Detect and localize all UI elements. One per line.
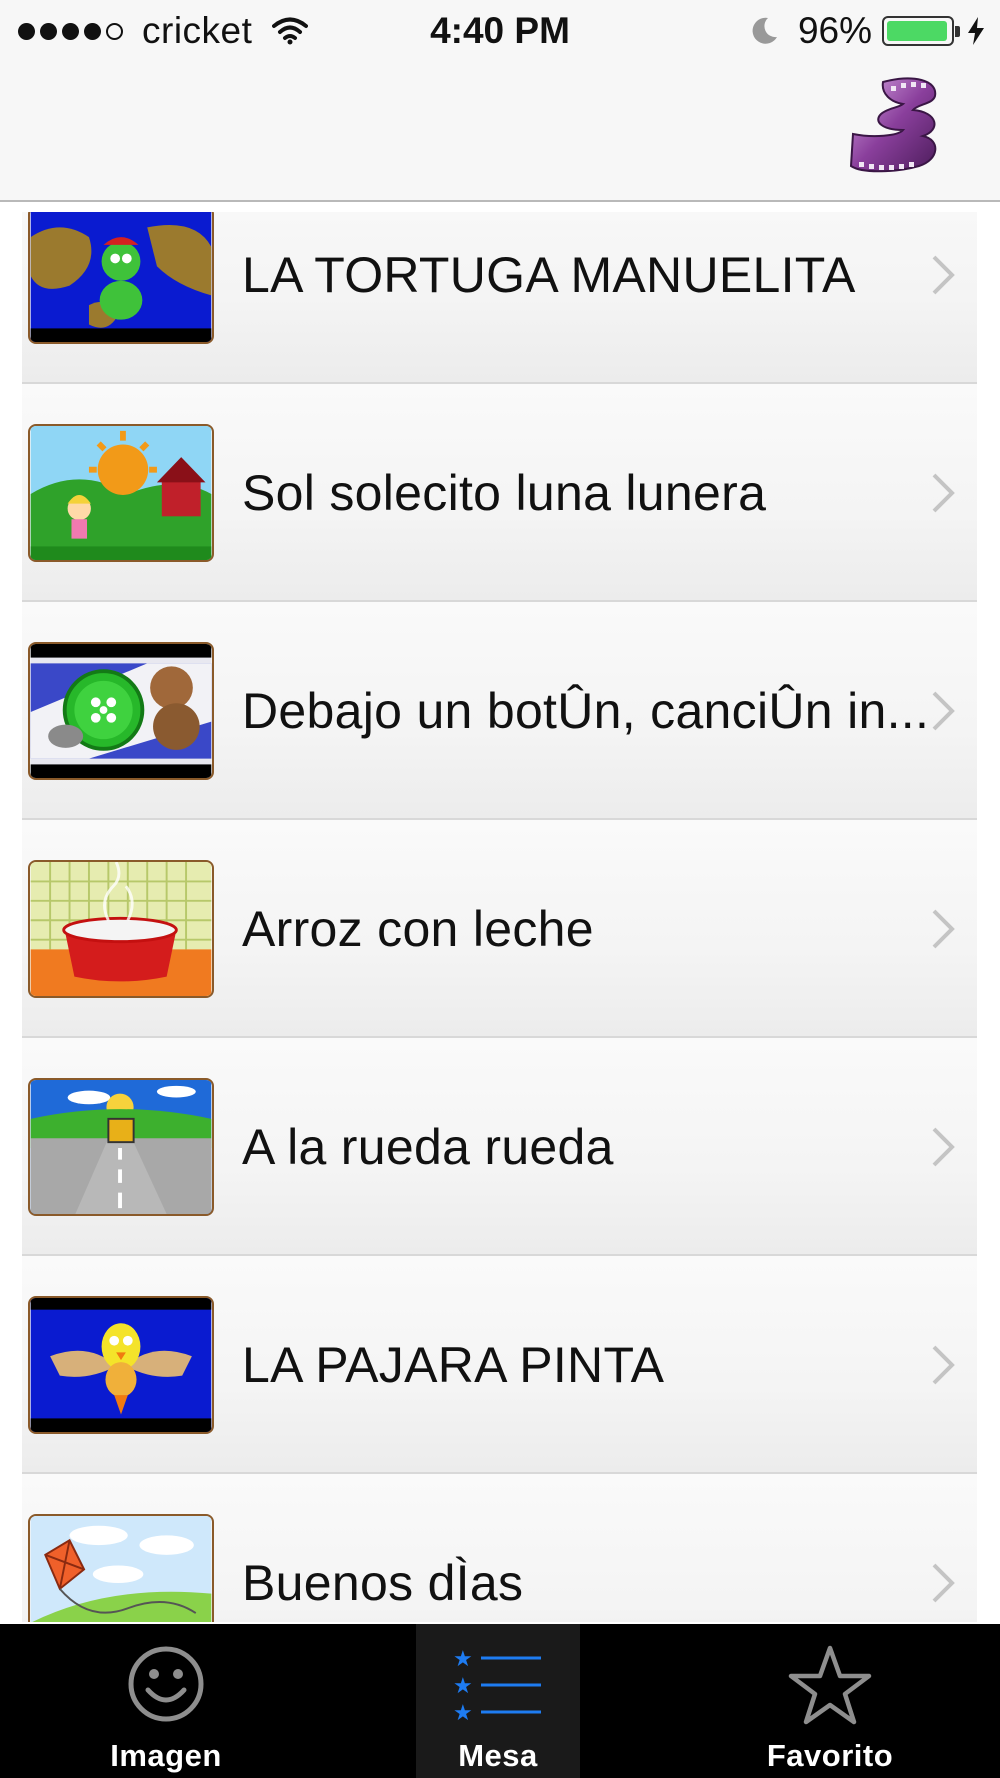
chevron-right-icon: [932, 1127, 955, 1167]
tab-bar: Imagen ★ ★ ★ Mesa Favorito: [0, 1624, 1000, 1778]
list-item[interactable]: LA PAJARA PINTA: [22, 1256, 977, 1474]
sun-house-thumbnail: [28, 424, 214, 562]
tab-favorito[interactable]: Favorito: [730, 1624, 930, 1778]
list-item[interactable]: Debajo un botÛn, canciÛn in...: [22, 602, 977, 820]
tab-mesa[interactable]: ★ ★ ★ Mesa: [416, 1624, 580, 1778]
starred-list-icon: ★★★: [453, 1647, 541, 1722]
kite-thumbnail: [28, 1514, 214, 1622]
song-title: LA TORTUGA MANUELITA: [242, 247, 856, 303]
film-reel-icon[interactable]: [843, 74, 948, 186]
status-right: 96%: [748, 10, 986, 52]
chevron-right-icon: [932, 255, 955, 295]
navigation-bar: [0, 64, 1000, 202]
tab-imagen[interactable]: Imagen: [66, 1624, 266, 1778]
song-list[interactable]: LA TORTUGA MANUELITA Sol solecito luna l…: [22, 212, 977, 1622]
status-bar: cricket 4:40 PM 96%: [0, 0, 1000, 64]
list-item[interactable]: A la rueda rueda: [22, 1038, 977, 1256]
chevron-right-icon: [932, 473, 955, 513]
song-title: Sol solecito luna lunera: [242, 465, 767, 521]
bird-thumbnail: [28, 1296, 214, 1434]
song-title: Buenos dÌas: [242, 1555, 524, 1611]
smiley-icon: [128, 1646, 204, 1722]
song-title: Arroz con leche: [242, 901, 594, 957]
button-thumbnail: [28, 642, 214, 780]
chevron-right-icon: [932, 691, 955, 731]
list-item[interactable]: Sol solecito luna lunera: [22, 384, 977, 602]
charging-bolt-icon: [968, 17, 984, 45]
star-icon: [788, 1645, 872, 1725]
road-bus-thumbnail: [28, 1078, 214, 1216]
tab-label: Favorito: [766, 1738, 894, 1773]
svg-text:★: ★: [453, 1674, 473, 1699]
battery-percent: 96%: [797, 10, 872, 51]
svg-text:★: ★: [453, 1647, 473, 1672]
list-item[interactable]: Buenos dÌas: [22, 1474, 977, 1622]
list-item[interactable]: LA TORTUGA MANUELITA: [22, 212, 977, 384]
battery-icon: [882, 16, 960, 46]
chevron-right-icon: [932, 1563, 955, 1603]
tab-label: Mesa: [458, 1738, 538, 1773]
svg-text:★: ★: [453, 1701, 473, 1722]
tab-label: Imagen: [110, 1738, 222, 1773]
song-title: A la rueda rueda: [242, 1119, 614, 1175]
turtle-thumbnail: [28, 212, 214, 344]
song-title: Debajo un botÛn, canciÛn in...: [242, 683, 930, 739]
chevron-right-icon: [932, 909, 955, 949]
moon-icon: [752, 17, 777, 44]
list-item[interactable]: Arroz con leche: [22, 820, 977, 1038]
song-title: LA PAJARA PINTA: [242, 1337, 665, 1393]
rice-bowl-thumbnail: [28, 860, 214, 998]
chevron-right-icon: [932, 1345, 955, 1385]
